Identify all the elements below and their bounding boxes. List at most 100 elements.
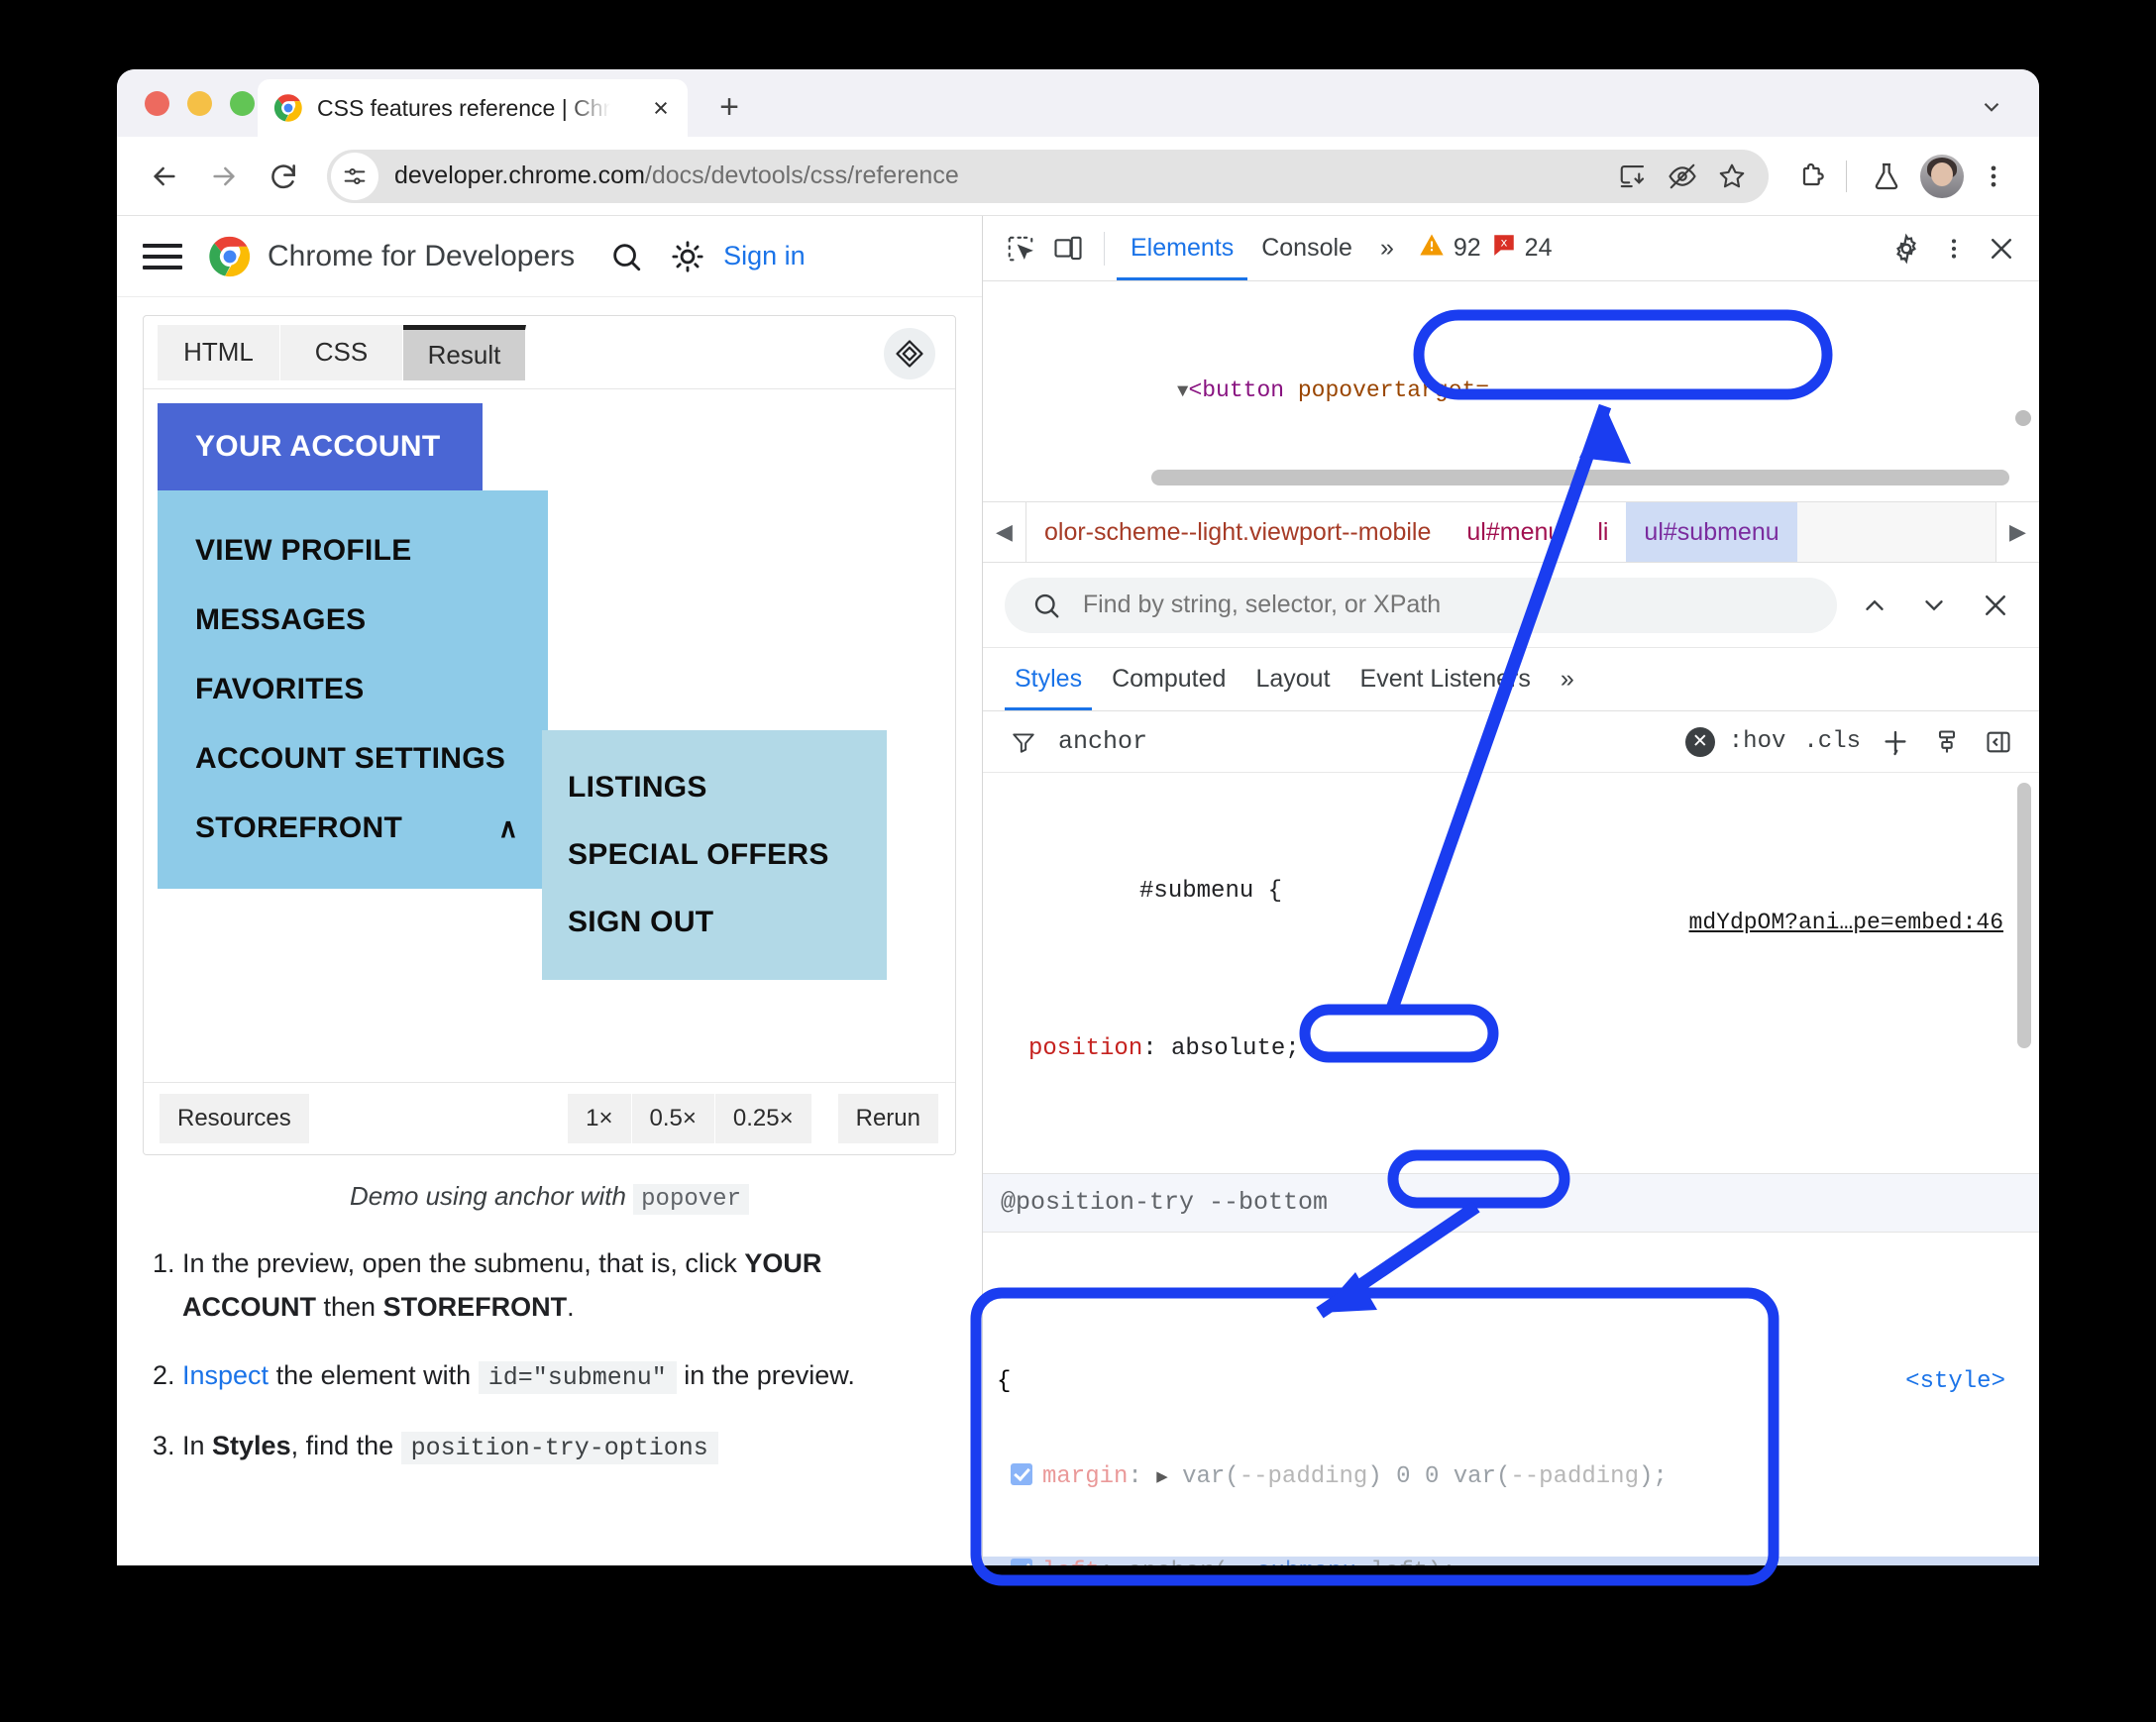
- breadcrumb-scroll-right-icon[interactable]: ▶: [1995, 502, 2039, 562]
- expand-triangle-icon[interactable]: ▼: [1177, 380, 1188, 402]
- close-window-button[interactable]: [145, 91, 169, 116]
- expander-triangle-icon[interactable]: ▶: [1156, 1466, 1167, 1488]
- chrome-logo-icon: [208, 235, 252, 278]
- star-icon[interactable]: [1709, 154, 1755, 199]
- zoom-05x-button[interactable]: 0.5×: [631, 1094, 715, 1143]
- error-count[interactable]: x 24: [1491, 232, 1552, 265]
- tab-styles[interactable]: Styles: [1005, 649, 1092, 710]
- tab-computed[interactable]: Computed: [1102, 649, 1236, 710]
- menu-item-view-profile[interactable]: VIEW PROFILE: [158, 516, 548, 586]
- device-toolbar-icon[interactable]: [1044, 225, 1092, 272]
- dom-horizontal-scrollbar[interactable]: [1151, 470, 2009, 485]
- inspect-link[interactable]: Inspect: [182, 1360, 269, 1390]
- pane-more-tabs-icon[interactable]: »: [1551, 649, 1584, 710]
- tab-html[interactable]: HTML: [158, 324, 280, 380]
- add-rule-icon[interactable]: [1875, 721, 1916, 763]
- breadcrumb-item-body[interactable]: olor-scheme--light.viewport--mobile: [1026, 502, 1450, 562]
- breadcrumb-item-li[interactable]: li: [1579, 502, 1627, 562]
- sidebar-pane-tabs: Styles Computed Layout Event Listeners »: [983, 648, 2039, 711]
- styles-filter-input[interactable]: anchor: [1003, 721, 1675, 763]
- position-try-header[interactable]: @position-try --bottom: [983, 1172, 2039, 1233]
- glitch-diamond-icon[interactable]: [884, 328, 935, 379]
- position-try-body[interactable]: {<style> margin: ▶ var(--padding) 0 0 va…: [983, 1296, 2039, 1565]
- dom-tree[interactable]: ▼<button popovertarget= "submenu"> flex …: [983, 281, 2039, 501]
- menu-item-account-settings[interactable]: ACCOUNT SETTINGS: [158, 724, 548, 794]
- kebab-menu-icon[interactable]: [1930, 225, 1978, 272]
- maximize-window-button[interactable]: [230, 91, 255, 116]
- browser-tab[interactable]: CSS features reference | Chr ×: [258, 79, 688, 137]
- declaration-position[interactable]: position: absolute;: [983, 1033, 2039, 1065]
- dom-node-button[interactable]: ▼<button popovertarget=: [983, 347, 2039, 434]
- search-input[interactable]: [1005, 577, 1837, 633]
- menu-item-messages[interactable]: MESSAGES: [158, 586, 548, 655]
- tab-elements[interactable]: Elements: [1117, 217, 1247, 280]
- find-previous-icon[interactable]: [1853, 584, 1896, 627]
- tab-result[interactable]: Result: [403, 324, 526, 380]
- search-icon[interactable]: [602, 233, 650, 280]
- pt-declaration-left[interactable]: left: anchor(--submenu left);: [983, 1556, 2039, 1565]
- element-classes-button[interactable]: .cls: [1799, 728, 1865, 755]
- clear-icon[interactable]: ✕: [1684, 726, 1715, 757]
- submenu-item-listings[interactable]: LISTINGS: [542, 754, 887, 821]
- close-icon[interactable]: [1978, 225, 2025, 272]
- forward-icon[interactable]: [198, 151, 250, 202]
- declaration-value[interactable]: absolute;: [1171, 1035, 1300, 1062]
- install-icon[interactable]: [1610, 154, 1656, 199]
- color-picker-icon[interactable]: [1926, 721, 1968, 763]
- style-source-link[interactable]: <style>: [1905, 1366, 2005, 1398]
- breadcrumb-scroll-left-icon[interactable]: ◀: [983, 502, 1026, 562]
- declaration-property: left: [1042, 1559, 1100, 1565]
- your-account-button[interactable]: YOUR ACCOUNT: [158, 403, 483, 490]
- inspect-element-icon[interactable]: [997, 225, 1044, 272]
- labs-flask-icon[interactable]: [1863, 153, 1910, 200]
- kebab-menu-icon[interactable]: [1970, 153, 2017, 200]
- warning-count[interactable]: 92: [1418, 231, 1481, 266]
- dom-vertical-scrollbar[interactable]: [2015, 410, 2031, 426]
- pt-declaration-margin[interactable]: margin: ▶ var(--padding) 0 0 var(--paddi…: [983, 1461, 2039, 1493]
- declaration-checkbox[interactable]: [1011, 1558, 1032, 1565]
- sidebar-toggle-icon[interactable]: [1978, 721, 2019, 763]
- gear-icon[interactable]: [1883, 225, 1930, 272]
- zoom-1x-button[interactable]: 1×: [568, 1094, 632, 1143]
- tab-list-chevron-down-icon[interactable]: [1970, 87, 2013, 127]
- extensions-icon[interactable]: [1788, 153, 1836, 200]
- sign-in-link[interactable]: Sign in: [723, 241, 806, 271]
- rule-source-link[interactable]: mdYdpOM?ani…pe=embed:46: [1689, 908, 2003, 938]
- find-next-icon[interactable]: [1912, 584, 1956, 627]
- reload-icon[interactable]: [258, 151, 309, 202]
- theme-brightness-icon[interactable]: [664, 233, 711, 280]
- declaration-checkbox[interactable]: [1011, 1463, 1032, 1486]
- site-settings-icon[interactable]: [331, 152, 378, 200]
- rerun-button[interactable]: Rerun: [837, 1094, 939, 1143]
- step-text: the element with: [269, 1360, 479, 1391]
- styles-rule-list[interactable]: #submenu { mdYdpOM?ani…pe=embed:46 posit…: [983, 773, 2039, 1110]
- hamburger-icon[interactable]: [143, 243, 182, 269]
- submenu-item-special-offers[interactable]: SPECIAL OFFERS: [542, 821, 887, 889]
- avatar[interactable]: [1920, 154, 1964, 198]
- new-tab-button[interactable]: +: [709, 87, 749, 127]
- eye-off-icon[interactable]: [1660, 154, 1705, 199]
- tab-console[interactable]: Console: [1247, 217, 1366, 280]
- find-text-field[interactable]: [1082, 591, 1815, 619]
- resources-button[interactable]: Resources: [160, 1094, 310, 1143]
- zoom-025x-button[interactable]: 0.25×: [714, 1094, 812, 1143]
- tab-layout[interactable]: Layout: [1245, 649, 1340, 710]
- toolbar-divider: [1104, 231, 1105, 266]
- tab-css[interactable]: CSS: [280, 324, 403, 380]
- step-text: , find the: [290, 1430, 401, 1460]
- find-close-icon[interactable]: [1974, 584, 2017, 627]
- menu-item-favorites[interactable]: FAVORITES: [158, 655, 548, 724]
- menu-item-storefront[interactable]: STOREFRONT ∧: [158, 794, 548, 863]
- close-tab-icon[interactable]: ×: [644, 91, 678, 125]
- styles-vertical-scrollbar[interactable]: [2017, 783, 2031, 1048]
- breadcrumb-item-ul-submenu[interactable]: ul#submenu: [1626, 502, 1797, 562]
- more-tabs-icon[interactable]: »: [1366, 217, 1408, 280]
- breadcrumb-item-ul-menu[interactable]: ul#menu: [1449, 502, 1580, 562]
- rule-selector[interactable]: #submenu { mdYdpOM?ani…pe=embed:46: [983, 844, 2039, 971]
- back-icon[interactable]: [139, 151, 190, 202]
- submenu-item-sign-out[interactable]: SIGN OUT: [542, 889, 887, 956]
- tab-event-listeners[interactable]: Event Listeners: [1350, 649, 1541, 710]
- hover-state-button[interactable]: :hov: [1725, 728, 1790, 755]
- minimize-window-button[interactable]: [187, 91, 212, 116]
- omnibox[interactable]: developer.chrome.com/docs/devtools/css/r…: [327, 149, 1769, 203]
